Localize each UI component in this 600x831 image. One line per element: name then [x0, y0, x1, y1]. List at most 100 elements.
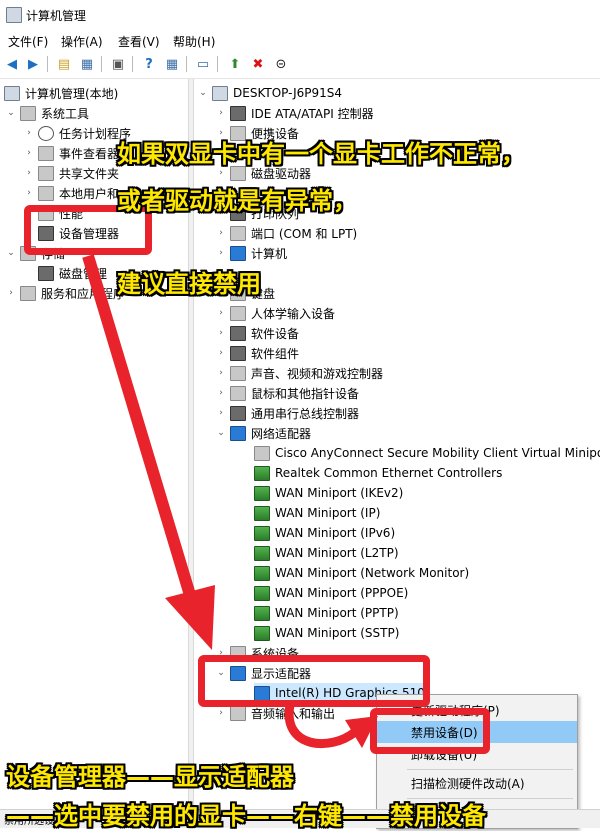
- category-mice[interactable]: › 鼠标和其他指针设备: [216, 383, 359, 403]
- category-software-devices[interactable]: › 软件设备: [216, 323, 299, 343]
- usb-icon: [230, 405, 246, 421]
- up-folder-icon[interactable]: ▤: [55, 55, 73, 73]
- device-item[interactable]: WAN Miniport (IP): [254, 503, 380, 523]
- category-network[interactable]: ⌄ 网络适配器: [216, 423, 311, 443]
- category-label: 计算机: [251, 246, 288, 261]
- caption-3: 建议直接禁用: [117, 270, 261, 298]
- update-driver-icon[interactable]: ⬆: [226, 55, 244, 73]
- network-adapter-icon: [254, 465, 270, 481]
- menu-bar: 文件(F) 操作(A) 查看(V) 帮助(H): [0, 30, 600, 52]
- device-item[interactable]: WAN Miniport (IPv6): [254, 523, 395, 543]
- tree-item-event-viewer[interactable]: › 事件查看器: [24, 143, 119, 163]
- category-sound[interactable]: › 声音、视频和游戏控制器: [216, 363, 383, 383]
- chevron-right-icon[interactable]: ›: [216, 308, 226, 318]
- computer-management-icon: [4, 85, 20, 101]
- disk-management-icon: [38, 265, 54, 281]
- software-device-icon: [230, 325, 246, 341]
- device-item[interactable]: WAN Miniport (PPPOE): [254, 583, 408, 603]
- menu-divider: [407, 769, 573, 770]
- chevron-right-icon[interactable]: ›: [216, 348, 226, 358]
- forward-icon[interactable]: ▶: [24, 55, 42, 73]
- category-usb[interactable]: › 通用串行总线控制器: [216, 403, 359, 423]
- menu-item-scan-hardware[interactable]: 扫描检测硬件改动(A): [377, 772, 577, 794]
- device-label: WAN Miniport (L2TP): [275, 546, 399, 560]
- chevron-right-icon[interactable]: ›: [216, 168, 226, 178]
- chevron-right-icon[interactable]: ›: [216, 708, 226, 718]
- menu-help[interactable]: 帮助(H): [173, 33, 215, 50]
- menu-action[interactable]: 操作(A): [61, 33, 103, 50]
- device-item[interactable]: WAN Miniport (IKEv2): [254, 483, 403, 503]
- network-adapter-icon: [254, 505, 270, 521]
- category-label: 软件组件: [251, 346, 300, 361]
- category-software-components[interactable]: › 软件组件: [216, 343, 299, 363]
- category-ports[interactable]: › 端口 (COM 和 LPT): [216, 223, 357, 243]
- device-item[interactable]: WAN Miniport (SSTP): [254, 623, 399, 643]
- mouse-icon: [230, 385, 246, 401]
- toolbar-divider: [132, 56, 133, 72]
- tree-item-root[interactable]: 计算机管理(本地): [4, 83, 118, 103]
- category-hid[interactable]: › 人体学输入设备: [216, 303, 335, 323]
- highlight-disable-device: [370, 708, 490, 754]
- chevron-right-icon[interactable]: ›: [216, 388, 226, 398]
- computer-icon: [230, 245, 246, 261]
- chevron-right-icon[interactable]: ›: [216, 228, 226, 238]
- device-item[interactable]: WAN Miniport (Network Monitor): [254, 563, 469, 583]
- view-icon[interactable]: ▦: [163, 55, 181, 73]
- category-label: 鼠标和其他指针设备: [251, 386, 360, 401]
- toolbar-divider: [47, 56, 48, 72]
- device-item[interactable]: Realtek Common Ethernet Controllers: [254, 463, 502, 483]
- chevron-down-icon[interactable]: ⌄: [216, 428, 226, 438]
- tree-item-label: 事件查看器: [59, 146, 120, 161]
- device-item[interactable]: WAN Miniport (PPTP): [254, 603, 399, 623]
- tree-item-label: 磁盘管理: [59, 266, 108, 281]
- menu-view[interactable]: 查看(V): [118, 33, 160, 50]
- device-label: WAN Miniport (IP): [275, 506, 381, 520]
- tree-item-services[interactable]: › 服务和应用程序: [6, 283, 125, 303]
- chevron-right-icon[interactable]: ›: [216, 108, 226, 118]
- menu-file[interactable]: 文件(F): [8, 33, 48, 50]
- monitor-icon[interactable]: ▭: [194, 55, 212, 73]
- category-computer[interactable]: › 计算机: [216, 243, 287, 263]
- device-label: WAN Miniport (Network Monitor): [275, 566, 470, 580]
- properties-icon[interactable]: ▣: [109, 55, 127, 73]
- tree-item-label: 服务和应用程序: [41, 286, 126, 301]
- chevron-right-icon[interactable]: ›: [216, 368, 226, 378]
- chevron-right-icon[interactable]: ›: [216, 248, 226, 258]
- tree-item-local-users[interactable]: › 本地用户和: [24, 183, 119, 203]
- chevron-down-icon[interactable]: ⌄: [6, 248, 16, 258]
- speaker-icon: [230, 365, 246, 381]
- back-icon[interactable]: ◀: [3, 55, 21, 73]
- toolbar-divider: [101, 56, 102, 72]
- title-bar: 计算机管理: [0, 0, 600, 30]
- chevron-right-icon[interactable]: ›: [6, 288, 16, 298]
- device-item[interactable]: Cisco AnyConnect Secure Mobility Client …: [254, 443, 600, 463]
- tree-item-system-tools[interactable]: ⌄ 系统工具: [6, 103, 89, 123]
- chevron-down-icon[interactable]: ⌄: [198, 88, 208, 98]
- chevron-right-icon[interactable]: ›: [216, 328, 226, 338]
- device-label: WAN Miniport (PPTP): [275, 606, 399, 620]
- device-label: WAN Miniport (SSTP): [275, 626, 400, 640]
- device-tree-root[interactable]: ⌄ DESKTOP-J6P91S4: [198, 83, 342, 103]
- network-adapter-icon: [254, 525, 270, 541]
- disable-icon[interactable]: ⊝: [272, 55, 290, 73]
- highlight-display-adapter: [198, 655, 430, 707]
- chevron-right-icon[interactable]: ›: [24, 168, 34, 178]
- category-label: 网络适配器: [251, 426, 312, 441]
- network-adapter-icon: [254, 485, 270, 501]
- chevron-right-icon[interactable]: ›: [24, 148, 34, 158]
- chevron-down-icon[interactable]: ⌄: [6, 108, 16, 118]
- help-icon[interactable]: ?: [140, 55, 158, 73]
- chevron-right-icon[interactable]: ›: [24, 188, 34, 198]
- tree-item-task-scheduler[interactable]: › 任务计划程序: [24, 123, 131, 143]
- tree-item-shared-folders[interactable]: › 共享文件夹: [24, 163, 119, 183]
- network-adapter-icon: [254, 545, 270, 561]
- category-ide[interactable]: › IDE ATA/ATAPI 控制器: [216, 103, 374, 123]
- chevron-right-icon[interactable]: ›: [216, 408, 226, 418]
- category-label: 音频输入和输出: [251, 706, 336, 721]
- show-hide-tree-icon[interactable]: ▦: [78, 55, 96, 73]
- chevron-right-icon[interactable]: ›: [24, 128, 34, 138]
- tree-item-disk-management[interactable]: 磁盘管理: [38, 263, 107, 283]
- uninstall-icon[interactable]: ✖: [249, 55, 267, 73]
- network-adapter-icon: [254, 605, 270, 621]
- device-item[interactable]: WAN Miniport (L2TP): [254, 543, 399, 563]
